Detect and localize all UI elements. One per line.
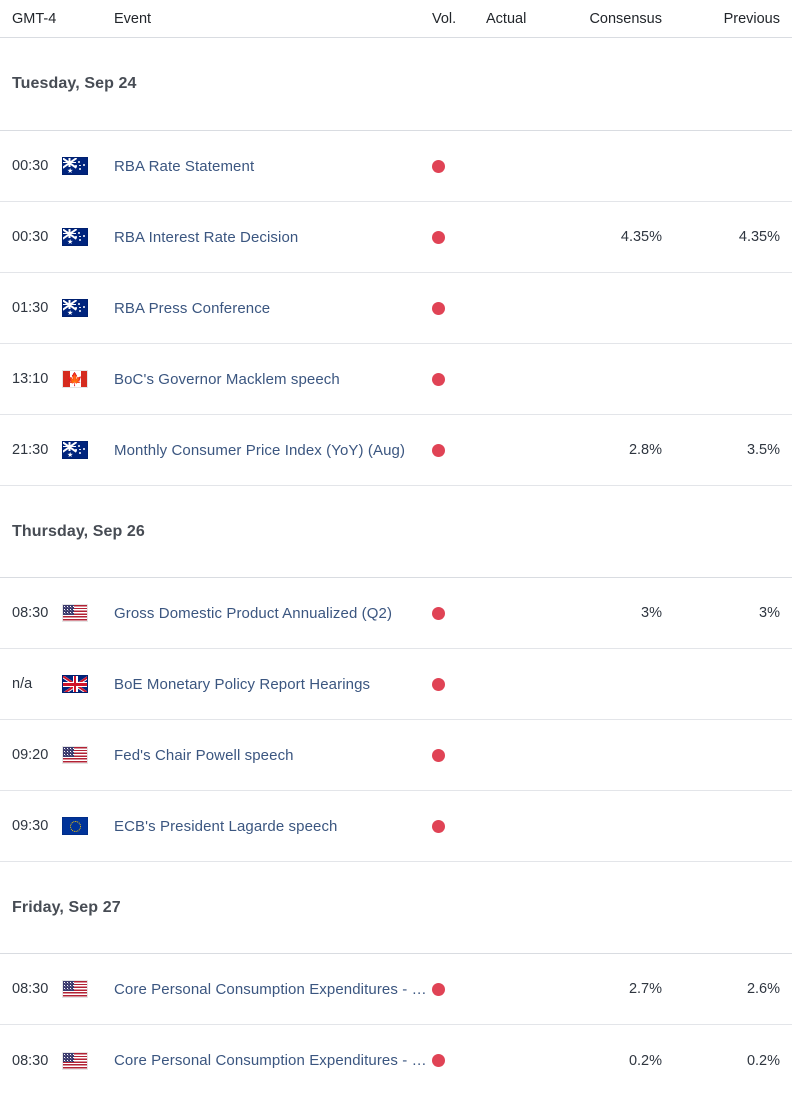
flag-united-states-icon <box>62 1051 114 1070</box>
event-time: 08:30 <box>12 981 49 997</box>
flag-australia-icon: ★ <box>62 157 114 175</box>
event-name-link[interactable]: RBA Rate Statement <box>114 158 428 175</box>
day-header-label: Tuesday, Sep 24 <box>12 75 137 92</box>
event-name-link[interactable]: BoC's Governor Macklem speech <box>114 371 428 388</box>
event-previous-value: 4.35% <box>738 229 780 245</box>
economic-calendar: GMT-4 Event Vol. Actual Consensus Previo… <box>0 0 792 1096</box>
volatility-indicator <box>432 443 486 457</box>
volatility-indicator <box>432 677 486 691</box>
event-previous-value: 3% <box>759 605 780 621</box>
day-header-row: Friday, Sep 27 <box>0 862 792 954</box>
event-consensus-value: 3% <box>641 605 662 621</box>
volatility-high-dot-icon <box>432 443 445 457</box>
event-time: 00:30 <box>12 158 49 174</box>
event-name-link[interactable]: BoE Monetary Policy Report Hearings <box>114 676 428 693</box>
event-name-link[interactable]: Fed's Chair Powell speech <box>114 747 428 764</box>
calendar-event-row[interactable]: 09:30 ECB's President Lagarde speech <box>0 791 792 862</box>
calendar-event-row[interactable]: 00:30 ★ RBA Interest Rate Decision 4.35% 4.3… <box>0 202 792 273</box>
event-name-link[interactable]: RBA Interest Rate Decision <box>114 229 428 246</box>
flag-european-union-icon <box>62 817 114 835</box>
day-header-row: Thursday, Sep 26 <box>0 486 792 578</box>
volatility-high-dot-icon <box>432 819 445 833</box>
event-name-link[interactable]: ECB's President Lagarde speech <box>114 818 428 835</box>
event-name-link[interactable]: Monthly Consumer Price Index (YoY) (Aug) <box>114 442 428 459</box>
volatility-high-dot-icon <box>432 677 445 691</box>
column-header-previous: Previous <box>723 10 780 27</box>
day-header-label: Friday, Sep 27 <box>12 898 121 916</box>
volatility-indicator <box>432 819 486 833</box>
column-header-volatility: Vol. <box>432 10 457 27</box>
event-name-link[interactable]: Core Personal Consumption Expenditures -… <box>114 981 428 998</box>
event-name-link[interactable]: Gross Domestic Product Annualized (Q2) <box>114 605 428 622</box>
volatility-high-dot-icon <box>432 748 445 762</box>
event-time: 09:30 <box>12 818 49 834</box>
calendar-event-row[interactable]: 08:30 Core Personal Consumption Expenditu… <box>0 954 792 1025</box>
calendar-column-headers: GMT-4 Event Vol. Actual Consensus Previo… <box>0 0 792 38</box>
event-previous-value: 2.6% <box>746 981 780 997</box>
volatility-indicator <box>432 372 486 386</box>
volatility-high-dot-icon <box>432 159 445 173</box>
volatility-high-dot-icon <box>432 301 445 315</box>
volatility-indicator <box>432 982 486 996</box>
flag-united-states-icon <box>62 746 114 764</box>
event-time: 21:30 <box>12 442 49 458</box>
flag-united-states-icon <box>62 980 114 998</box>
calendar-event-row[interactable]: 08:30 Gross Domestic Product Annualized (… <box>0 578 792 649</box>
calendar-event-row[interactable]: 21:30 ★ Monthly Consumer Price Index (YoY)… <box>0 415 792 486</box>
event-time: 08:30 <box>12 1052 49 1069</box>
volatility-high-dot-icon <box>432 606 445 620</box>
calendar-event-row[interactable]: 01:30 ★ RBA Press Conference <box>0 273 792 344</box>
flag-united-kingdom-icon <box>62 675 114 693</box>
volatility-high-dot-icon <box>432 230 445 244</box>
volatility-indicator <box>432 159 486 173</box>
event-time: 00:30 <box>12 229 49 245</box>
event-time: 13:10 <box>12 371 49 387</box>
calendar-event-row[interactable]: n/a BoE Monetary Policy Report Hearings <box>0 649 792 720</box>
column-header-timezone: GMT-4 <box>12 10 57 27</box>
calendar-event-row[interactable]: 08:30 Core Personal Consumption Expenditu… <box>0 1025 792 1096</box>
column-header-actual: Actual <box>486 10 527 27</box>
event-time: 09:20 <box>12 747 49 763</box>
calendar-body: Tuesday, Sep 24 00:30 ★ RBA Rate Statement 0… <box>0 38 792 1096</box>
volatility-indicator <box>432 230 486 244</box>
event-time: 01:30 <box>12 300 49 316</box>
volatility-indicator <box>432 748 486 762</box>
flag-australia-icon: ★ <box>62 299 114 317</box>
calendar-event-row[interactable]: 00:30 ★ RBA Rate Statement <box>0 131 792 202</box>
volatility-indicator <box>432 1054 486 1067</box>
flag-canada-icon: 🍁 <box>62 370 114 388</box>
calendar-event-row[interactable]: 13:10 🍁 BoC's Governor Macklem speech <box>0 344 792 415</box>
column-header-consensus: Consensus <box>589 10 662 27</box>
flag-australia-icon: ★ <box>62 228 114 246</box>
event-consensus-value: 2.8% <box>628 442 662 458</box>
event-time: n/a <box>12 676 33 692</box>
volatility-indicator <box>432 301 486 315</box>
volatility-indicator <box>432 606 486 620</box>
flag-australia-icon: ★ <box>62 441 114 459</box>
event-consensus-value: 4.35% <box>620 229 662 245</box>
event-consensus-value: 2.7% <box>628 981 662 997</box>
event-time: 08:30 <box>12 605 49 621</box>
event-name-link[interactable]: Core Personal Consumption Expenditures -… <box>114 1052 428 1069</box>
event-consensus-value: 0.2% <box>628 1052 662 1069</box>
event-previous-value: 0.2% <box>746 1052 780 1069</box>
volatility-high-dot-icon <box>432 372 445 386</box>
event-previous-value: 3.5% <box>746 442 780 458</box>
calendar-event-row[interactable]: 09:20 Fed's Chair Powell speech <box>0 720 792 791</box>
day-header-label: Thursday, Sep 26 <box>12 522 145 540</box>
flag-united-states-icon <box>62 604 114 622</box>
column-header-event: Event <box>114 10 152 27</box>
volatility-high-dot-icon <box>432 982 445 996</box>
volatility-high-dot-icon <box>432 1054 445 1067</box>
event-name-link[interactable]: RBA Press Conference <box>114 300 428 317</box>
day-header-row: Tuesday, Sep 24 <box>0 38 792 131</box>
